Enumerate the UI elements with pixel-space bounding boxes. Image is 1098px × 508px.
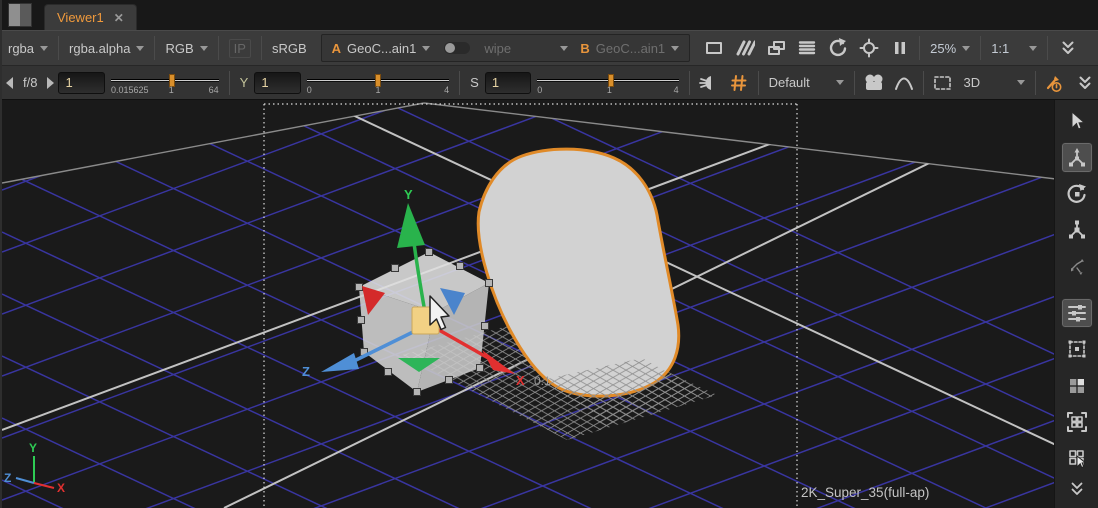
grid-scale-label: 0.1 <box>534 374 551 388</box>
separator <box>919 36 920 60</box>
display-toolbar: rgba rgba.alpha RGB IP sRGB A GeoC...ain… <box>2 30 1098 65</box>
rotate-tool-button[interactable] <box>1061 179 1093 209</box>
curve-button[interactable] <box>891 70 917 96</box>
input-a-dropdown[interactable]: A GeoC...ain1 <box>326 36 437 60</box>
expand-tools-chevrons-icon[interactable] <box>1061 474 1093 504</box>
gain-step-down-icon[interactable] <box>6 77 13 89</box>
scanlines-button[interactable] <box>793 35 820 61</box>
pane-focus-button[interactable] <box>1061 443 1093 473</box>
separator <box>261 36 262 60</box>
close-icon[interactable]: ✕ <box>114 11 124 25</box>
viewport-tool-column <box>1054 100 1098 508</box>
frame-selection-button[interactable] <box>1061 407 1093 437</box>
format-name-label: 2K_Super_35(full-ap) <box>801 485 929 500</box>
wipe-mode-dropdown[interactable]: wipe <box>478 36 574 60</box>
input-process-button[interactable]: IP <box>223 36 257 60</box>
axis-indicator-y-label: Y <box>29 441 37 455</box>
expand-toolbar-chevrons-icon[interactable] <box>1054 35 1081 61</box>
expand-toolbar-chevrons-icon[interactable] <box>1072 70 1098 96</box>
adjust-toolbar: f/8 1 0.015625 1 64 Y 1 0 1 4 S 1 0 1 4 <box>2 65 1098 100</box>
color-sample-alert-button[interactable] <box>1042 70 1068 96</box>
chevron-down-icon <box>40 46 48 51</box>
separator <box>1035 71 1036 95</box>
overlay-panels-button[interactable] <box>762 35 789 61</box>
grid-toggle-button[interactable] <box>726 70 752 96</box>
gamma-input[interactable]: 1 <box>254 72 300 94</box>
3d-viewport[interactable]: Y X Z 0.1 Y Z X 2K_Super_35(full-ap) <box>2 100 1056 508</box>
saturation-input[interactable]: 1 <box>485 72 531 94</box>
zoom-level-dropdown[interactable]: 25% <box>924 36 976 60</box>
separator <box>154 36 155 60</box>
saturation-label: S <box>464 71 485 95</box>
chevron-down-icon <box>836 80 844 85</box>
gain-slider[interactable]: 0.015625 1 64 <box>111 68 219 98</box>
chevron-down-icon <box>560 46 568 51</box>
saturation-slider[interactable]: 0 1 4 <box>537 68 678 98</box>
chevron-down-icon <box>1017 80 1025 85</box>
tab-label: Viewer1 <box>57 10 104 25</box>
scale-tool-button[interactable] <box>1061 215 1093 245</box>
chevron-down-icon <box>422 46 430 51</box>
select-tool-button[interactable] <box>1061 106 1093 136</box>
separator <box>58 36 59 60</box>
proxy-stripes-button[interactable] <box>731 35 758 61</box>
toggle-knob-icon <box>445 43 455 53</box>
separator <box>229 71 230 95</box>
camera-button[interactable] <box>861 70 887 96</box>
nuke-viewer-window: Viewer1 ✕ rgba rgba.alpha RGB IP sRGB A … <box>0 0 1098 508</box>
viewer-lut-dropdown[interactable]: sRGB <box>266 36 313 60</box>
tab-viewer1[interactable]: Viewer1 ✕ <box>44 4 137 30</box>
separator <box>1047 36 1048 60</box>
chevron-down-icon <box>962 46 970 51</box>
layer-dropdown[interactable]: rgba.alpha <box>63 36 150 60</box>
separator <box>758 71 759 95</box>
format-outline-button[interactable] <box>700 35 727 61</box>
separator <box>459 71 460 95</box>
axis-indicator-z-label: Z <box>4 471 11 485</box>
gizmo-y-label: Y <box>404 187 413 202</box>
gizmo-z-label: Z <box>302 364 310 379</box>
gamma-label: Y <box>234 71 255 95</box>
chevron-down-icon <box>136 46 144 51</box>
display-mode-dropdown[interactable]: RGB <box>159 36 213 60</box>
gamma-slider[interactable]: 0 1 4 <box>307 68 449 98</box>
marquee-select-button[interactable] <box>930 70 956 96</box>
refresh-button[interactable] <box>824 35 851 61</box>
lighting-dropdown[interactable]: Default <box>763 71 850 95</box>
separator <box>689 71 690 95</box>
chevron-down-icon <box>1029 46 1037 51</box>
separator <box>980 36 981 60</box>
vertex-select-button[interactable] <box>1061 334 1093 364</box>
headlamp-button[interactable] <box>696 70 722 96</box>
tab-bar: Viewer1 ✕ <box>2 0 1098 30</box>
axis-indicator-x-label: X <box>57 481 65 495</box>
gain-input[interactable]: 1 <box>58 72 104 94</box>
translate-tool-button[interactable] <box>1061 142 1093 172</box>
gain-step-up-icon[interactable] <box>47 77 54 89</box>
wipe-toggle[interactable] <box>444 42 470 54</box>
ab-input-group: A GeoC...ain1 wipe B GeoC...ain1 <box>321 34 691 62</box>
chevron-down-icon <box>200 46 208 51</box>
view-mode-dropdown[interactable]: 3D <box>958 71 1032 95</box>
chevron-down-icon <box>671 46 679 51</box>
manipulators-button[interactable] <box>1061 298 1093 328</box>
quad-view-button[interactable] <box>1061 371 1093 401</box>
input-b-dropdown[interactable]: B GeoC...ain1 <box>574 36 685 60</box>
separator <box>218 36 219 60</box>
pixel-aspect-dropdown[interactable]: 1:1 <box>985 36 1043 60</box>
separator <box>854 71 855 95</box>
skew-tool-button[interactable] <box>1061 251 1093 281</box>
channels-dropdown[interactable]: rgba <box>2 36 54 60</box>
gizmo-x-label: X <box>516 373 525 388</box>
pause-button[interactable] <box>886 35 913 61</box>
roi-target-button[interactable] <box>855 35 882 61</box>
separator <box>923 71 924 95</box>
pane-menu-icon[interactable] <box>8 3 32 27</box>
fstop-label: f/8 <box>17 71 43 95</box>
